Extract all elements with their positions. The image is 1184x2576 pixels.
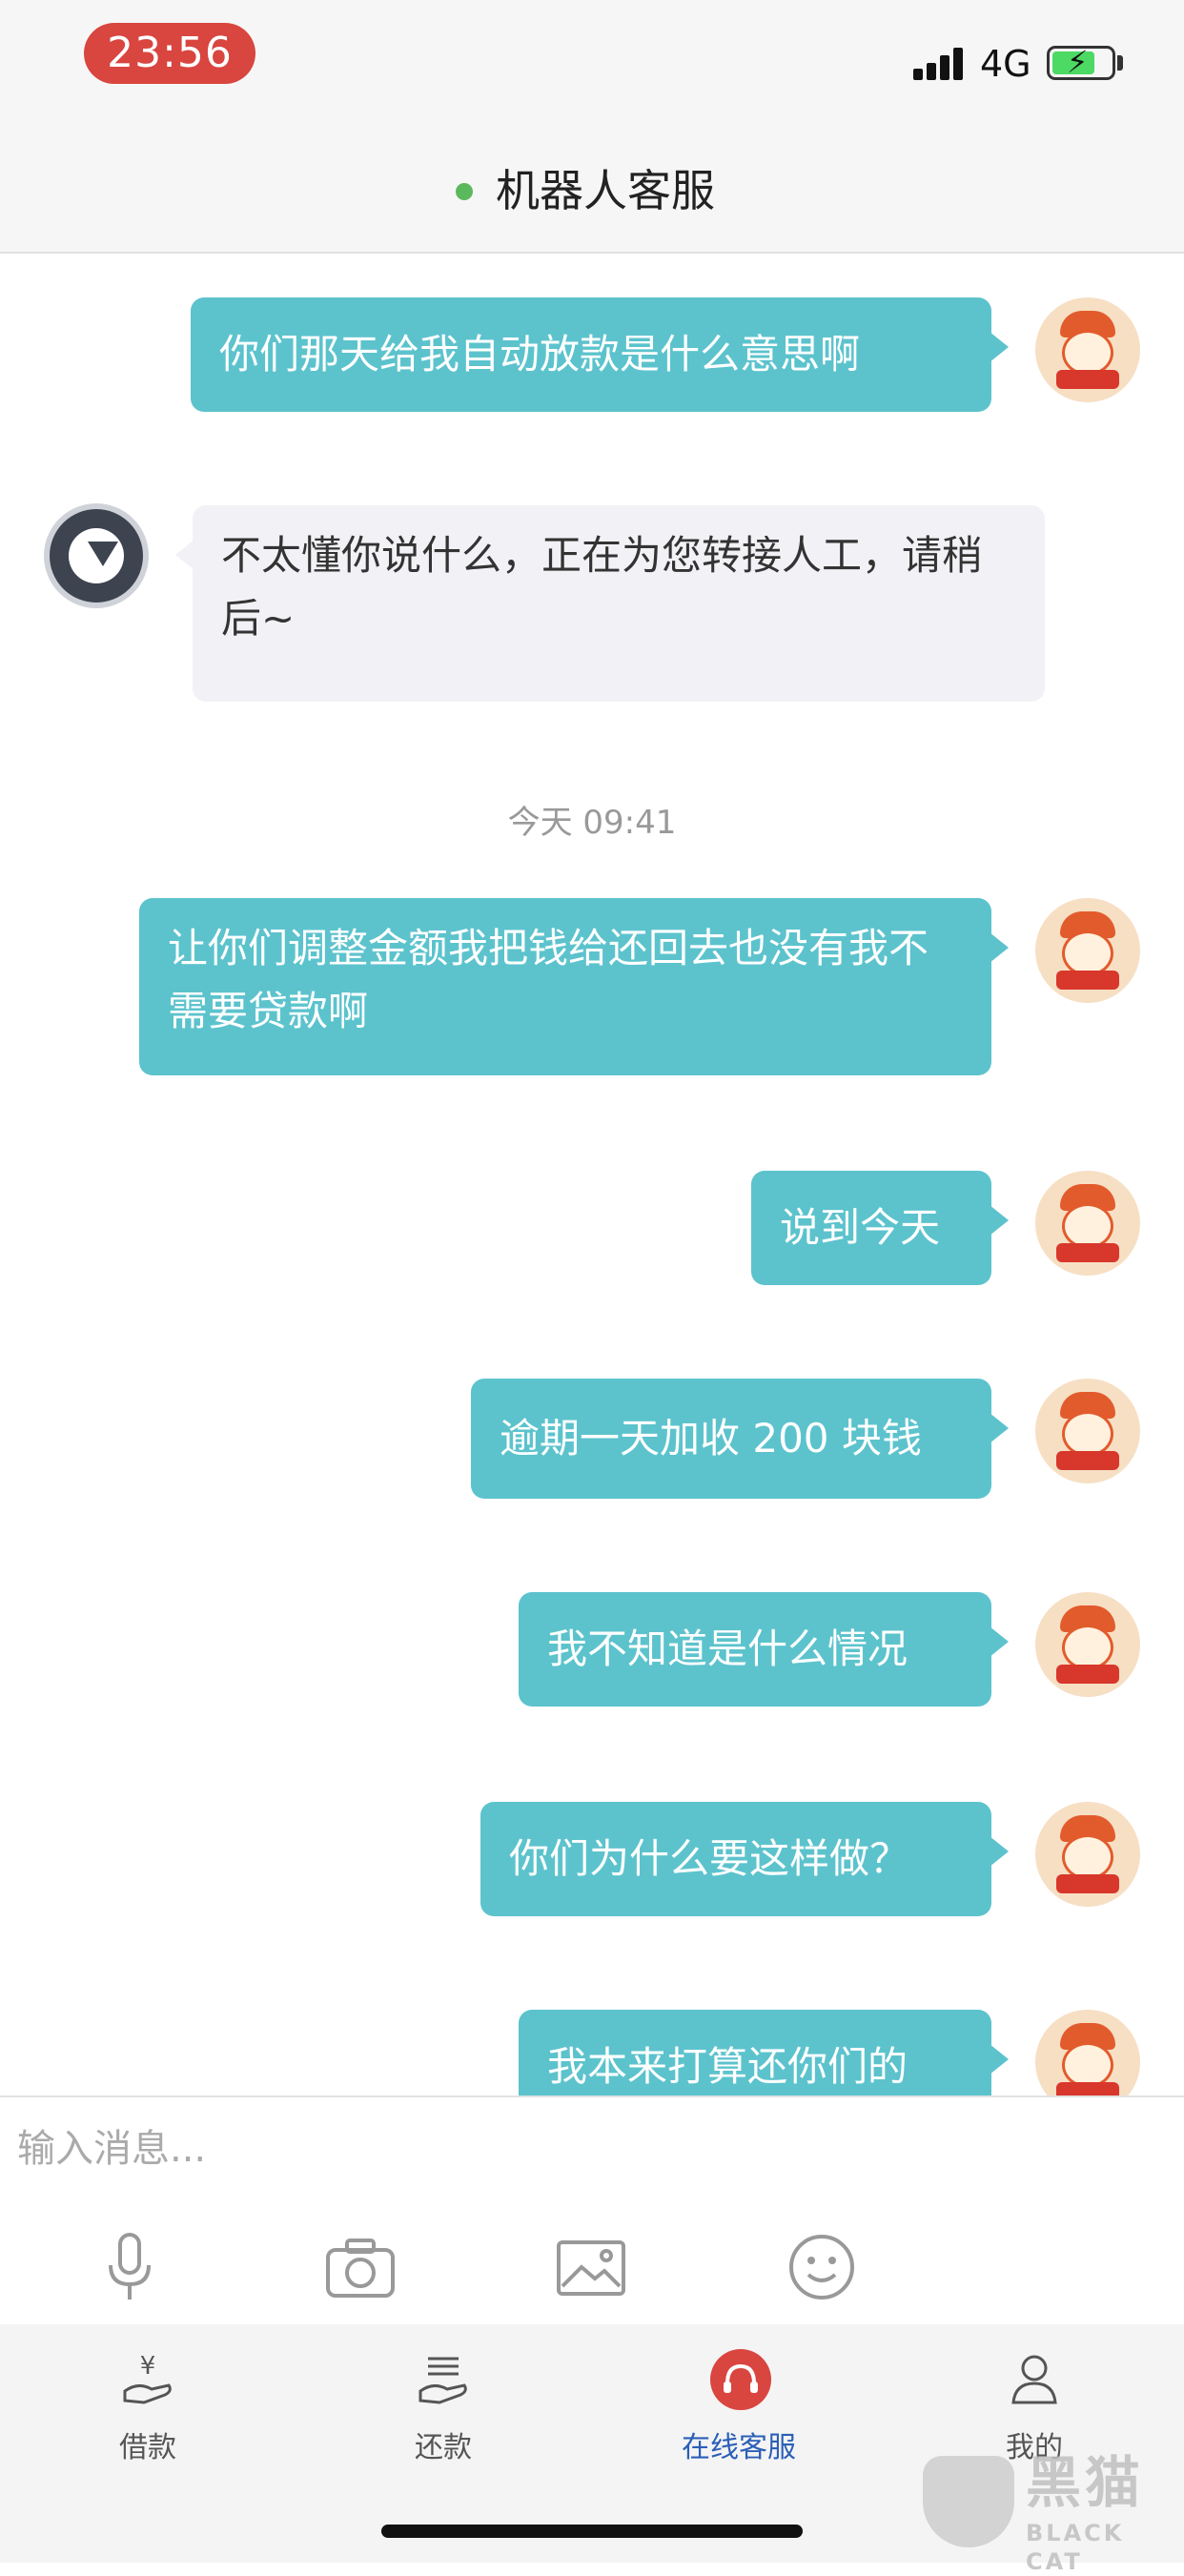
user-avatar[interactable] (1035, 1171, 1140, 1276)
user-avatar[interactable] (1035, 1802, 1140, 1907)
message-input[interactable] (15, 2115, 1163, 2183)
loan-icon: ¥ (123, 2352, 172, 2404)
watermark-subtitle: BLACK CAT (1026, 2520, 1125, 2575)
user-avatar[interactable] (1035, 1592, 1140, 1697)
message-text: 你们为什么要这样做？ (509, 1835, 910, 1882)
online-status-dot (456, 183, 473, 200)
tab-online-service[interactable]: 在线客服 (643, 2349, 834, 2483)
cat-logo-icon (923, 2456, 1014, 2547)
user-avatar[interactable] (1035, 2010, 1140, 2096)
camera-icon[interactable] (322, 2229, 398, 2305)
user-avatar[interactable] (1035, 898, 1140, 1003)
tab-repay[interactable]: 还款 (348, 2349, 539, 2483)
message-text: 让你们调整金额我把钱给还回去也没有我不需要贷款啊 (168, 925, 929, 1034)
message-text: 我本来打算还你们的 (547, 2043, 908, 2090)
message-text: 不太懂你说什么，正在为您转接人工，请稍后~ (221, 532, 983, 642)
battery-icon: ⚡ (1047, 44, 1115, 80)
repay-icon (418, 2357, 467, 2404)
network-type: 4G (980, 43, 1031, 85)
chat-message-list[interactable]: 你们那天给我自动放款是什么意思啊 不太懂你说什么，正在为您转接人工，请稍后~ 今… (0, 254, 1184, 2096)
svg-text:¥: ¥ (140, 2352, 156, 2381)
headset-icon (710, 2349, 771, 2410)
bot-message-bubble[interactable]: 不太懂你说什么，正在为您转接人工，请稍后~ (175, 505, 1045, 702)
chat-header: 机器人客服 (0, 124, 1184, 254)
status-time: 23:56 (84, 23, 255, 84)
home-indicator[interactable] (381, 2525, 803, 2538)
emoji-icon[interactable] (784, 2229, 860, 2305)
tab-loan[interactable]: ¥ 借款 (52, 2349, 243, 2483)
status-bar: 23:56 4G ⚡ (0, 0, 1184, 124)
user-message-bubble[interactable]: 让你们调整金额我把钱给还回去也没有我不需要贷款啊 (139, 898, 1009, 1075)
message-text: 你们那天给我自动放款是什么意思啊 (219, 331, 861, 378)
user-message-bubble[interactable]: 你们那天给我自动放款是什么意思啊 (191, 297, 1009, 412)
watermark-logo: 黑猫 BLACK CAT (923, 2448, 1180, 2575)
message-timestamp: 今天 09:41 (507, 804, 677, 842)
page-title: 机器人客服 (496, 165, 715, 216)
user-avatar[interactable] (1035, 1379, 1140, 1483)
user-message-bubble[interactable]: 我不知道是什么情况 (519, 1592, 1009, 1707)
watermark-title: 黑猫 (1026, 2450, 1145, 2515)
user-avatar[interactable] (1035, 297, 1140, 402)
message-text: 逾期一天加收 200 块钱 (500, 1415, 922, 1462)
user-message-bubble[interactable]: 逾期一天加收 200 块钱 (471, 1379, 1009, 1499)
battery-cap (1117, 55, 1123, 71)
message-composer (0, 2096, 1184, 2326)
user-message-bubble[interactable]: 你们为什么要这样做？ (480, 1802, 1009, 1916)
user-message-bubble[interactable]: 我本来打算还你们的 (519, 2010, 1009, 2096)
user-message-bubble[interactable]: 说到今天 (751, 1171, 1009, 1285)
message-text: 说到今天 (780, 1204, 941, 1251)
tab-label: 借款 (119, 2431, 176, 2464)
profile-icon (1011, 2355, 1057, 2404)
tab-label: 在线客服 (682, 2431, 796, 2464)
microphone-icon[interactable] (92, 2229, 168, 2305)
tab-label: 还款 (415, 2431, 472, 2464)
image-icon[interactable] (553, 2229, 629, 2305)
signal-strength-icon (913, 48, 965, 80)
message-text: 我不知道是什么情况 (547, 1625, 908, 1672)
bot-avatar[interactable] (44, 503, 149, 608)
